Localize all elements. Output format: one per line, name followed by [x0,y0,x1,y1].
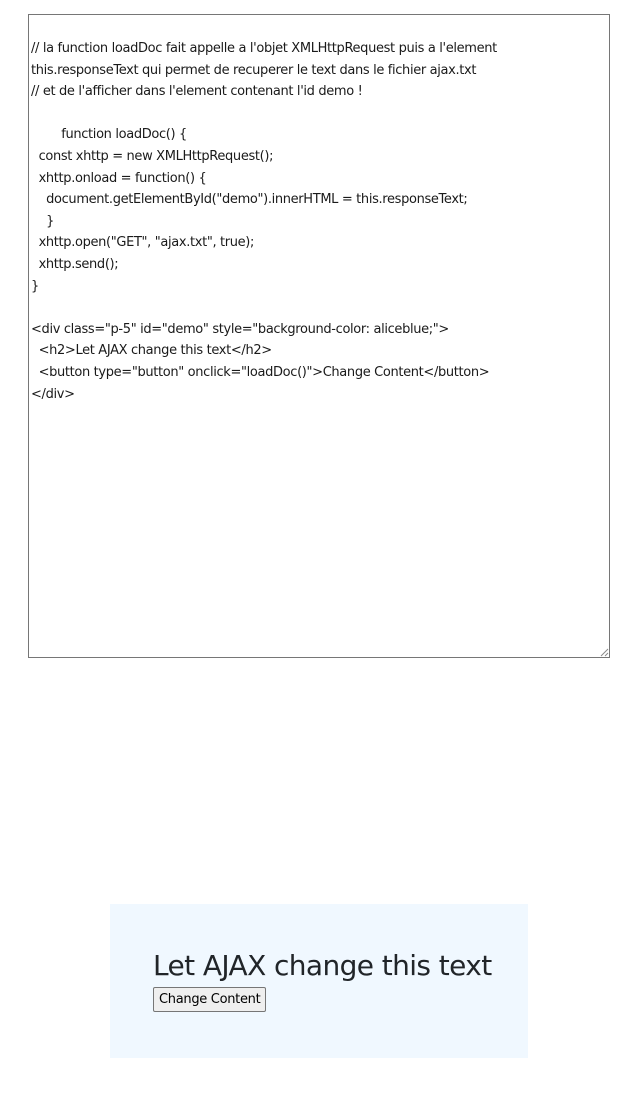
demo-panel: Let AJAX change this text Change Content [110,904,528,1058]
change-content-button[interactable]: Change Content [153,987,267,1012]
demo-heading: Let AJAX change this text [153,949,492,982]
code-textarea[interactable]: // la function loadDoc fait appelle a l'… [28,14,610,658]
